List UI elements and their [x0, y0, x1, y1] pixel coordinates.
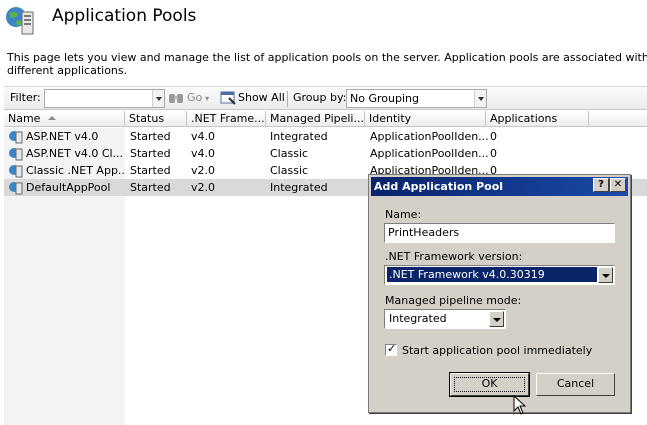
cell-applications: 0 — [490, 130, 497, 143]
cell-name: ASP.NET v4.0 Cl... — [26, 147, 124, 160]
name-input[interactable]: PrintHeaders — [384, 223, 615, 243]
start-immediately-label: Start application pool immediately — [402, 344, 593, 357]
column-header-pipeline[interactable]: Managed Pipeli... — [266, 111, 365, 127]
help-button[interactable]: ? — [593, 178, 609, 192]
cell-name: Classic .NET App... — [26, 164, 124, 177]
chevron-down-icon[interactable] — [152, 90, 164, 107]
cell-pipeline: Classic — [270, 147, 309, 160]
cell-pipeline: Integrated — [270, 181, 328, 194]
add-application-pool-dialog: Add Application Pool ? ✕ Name: PrintHead… — [368, 174, 631, 413]
page-title: Application Pools — [52, 6, 197, 26]
cell-pipeline: Integrated — [270, 130, 328, 143]
chevron-down-icon[interactable] — [474, 90, 486, 107]
framework-select[interactable]: .NET Framework v4.0.30319 — [384, 265, 615, 285]
chevron-down-icon[interactable] — [598, 267, 613, 283]
column-header-identity[interactable]: Identity — [365, 111, 486, 127]
cell-identity: ApplicationPoolIden... — [370, 130, 489, 143]
dialog-title-bar[interactable]: Add Application Pool — [371, 177, 628, 196]
show-all-button[interactable]: Show All — [238, 91, 285, 104]
framework-label: .NET Framework version: — [385, 250, 523, 263]
cell-pipeline: Classic — [270, 164, 309, 177]
close-button[interactable]: ✕ — [610, 178, 626, 192]
show-all-icon[interactable] — [220, 91, 236, 105]
application-pool-icon — [9, 182, 23, 195]
cell-name: ASP.NET v4.0 — [26, 130, 99, 143]
go-button[interactable]: Go — [187, 91, 202, 104]
filter-label: Filter: — [10, 91, 41, 104]
application-pool-icon — [9, 148, 23, 161]
name-label: Name: — [385, 208, 422, 221]
pipeline-label: Managed pipeline mode: — [385, 294, 522, 307]
iis-manager-application-pools: Application Pools This page lets you vie… — [0, 0, 647, 425]
dialog-title: Add Application Pool — [374, 180, 504, 193]
cell-applications: 0 — [490, 147, 497, 160]
column-header-name[interactable]: Name — [4, 111, 125, 127]
group-by-select[interactable]: No Grouping — [346, 89, 487, 108]
table-row[interactable]: ASP.NET v4.0 Started v4.0 Integrated App… — [4, 128, 647, 145]
pipeline-select[interactable]: Integrated — [384, 309, 506, 329]
grid-header: Name Status .NET Frame... Managed Pipeli… — [4, 111, 647, 127]
filter-input[interactable] — [44, 89, 165, 108]
cell-framework: v4.0 — [191, 147, 216, 160]
description-line-2: different applications. — [7, 64, 128, 77]
toolbar-separator — [287, 91, 288, 107]
cell-framework: v2.0 — [191, 164, 216, 177]
application-pools-icon — [6, 7, 34, 35]
cell-status: Started — [130, 147, 171, 160]
cancel-button[interactable]: Cancel — [536, 373, 615, 396]
cell-name: DefaultAppPool — [26, 181, 111, 194]
cell-identity: ApplicationPoolIden... — [370, 147, 489, 160]
binoculars-icon[interactable] — [168, 91, 184, 105]
filter-toolbar: Filter: Go ▾ Show All Group by: No Group… — [4, 86, 647, 110]
cell-status: Started — [130, 164, 171, 177]
cell-framework: v2.0 — [191, 181, 216, 194]
column-header-applications[interactable]: Applications — [486, 111, 589, 127]
table-row[interactable]: ASP.NET v4.0 Cl... Started v4.0 Classic … — [4, 145, 647, 162]
cell-framework: v4.0 — [191, 130, 216, 143]
sort-ascending-icon — [48, 116, 57, 120]
application-pool-icon — [9, 165, 23, 178]
mouse-pointer-icon — [513, 395, 526, 415]
page-description: This page lets you view and manage the l… — [7, 51, 647, 77]
go-dropdown-arrow-icon[interactable]: ▾ — [205, 94, 209, 103]
column-header-framework[interactable]: .NET Frame... — [187, 111, 266, 127]
column-header-status[interactable]: Status — [125, 111, 187, 127]
application-pool-icon — [9, 131, 23, 144]
group-by-label: Group by: — [293, 91, 347, 104]
cell-status: Started — [130, 181, 171, 194]
cell-status: Started — [130, 130, 171, 143]
chevron-down-icon[interactable] — [489, 311, 504, 327]
description-line-1: This page lets you view and manage the l… — [7, 51, 647, 64]
ok-button[interactable]: OK — [449, 372, 530, 397]
start-immediately-checkbox[interactable] — [385, 342, 397, 356]
